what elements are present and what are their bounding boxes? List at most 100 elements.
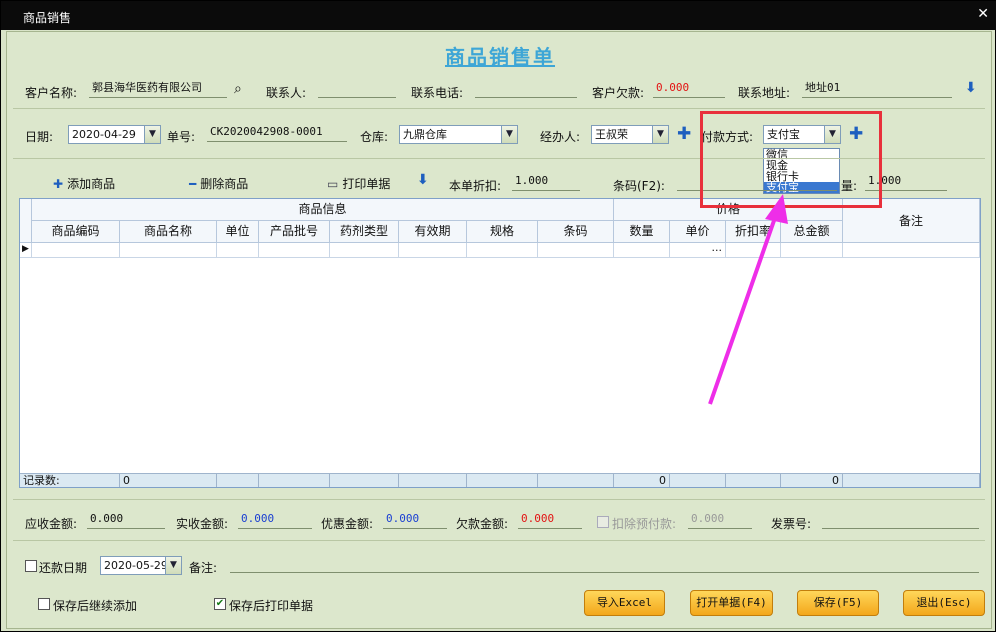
handler-label: 经办人: <box>540 130 581 144</box>
deduct-prepay-label: 扣除预付款: <box>612 517 677 531</box>
repay-date-label: 还款日期 <box>39 561 88 575</box>
owed-amount-field[interactable]: 0.000 <box>518 511 582 529</box>
save-button[interactable]: 保存(F5) <box>797 590 879 616</box>
chevron-down-icon[interactable]: ▼ <box>165 557 181 574</box>
barcode-label: 条码(F2): <box>613 179 665 193</box>
col-header[interactable]: 药剂类型 <box>330 221 399 243</box>
order-discount-field[interactable]: 1.000 <box>512 173 580 191</box>
table-cell[interactable] <box>32 243 120 258</box>
title-bar: 商品销售 ✕ <box>1 1 996 30</box>
continue-add-checkbox[interactable] <box>38 598 50 610</box>
expand-down-icon[interactable]: ⬇ <box>965 80 977 96</box>
printer-icon: ▭ <box>327 177 339 191</box>
deduct-prepay-field[interactable]: 0.000 <box>688 511 752 529</box>
table-cell[interactable] <box>843 243 980 258</box>
footer-total-sum: 0 <box>781 473 843 487</box>
col-header[interactable]: 折扣率 <box>726 221 781 243</box>
open-document-button[interactable]: 打开单据(F4) <box>690 590 773 616</box>
group-goods-header: 商品信息 <box>32 199 614 221</box>
order-field[interactable]: CK2020042908-0001 <box>207 124 347 142</box>
receivable-field[interactable]: 0.000 <box>87 511 165 529</box>
warehouse-select[interactable]: 九鼎仓库 ▼ <box>399 125 518 144</box>
close-icon[interactable]: ✕ <box>977 6 989 22</box>
phone-field[interactable] <box>475 80 577 98</box>
col-header[interactable]: 商品名称 <box>120 221 217 243</box>
col-header[interactable]: 产品批号 <box>259 221 330 243</box>
customer-label: 客户名称: <box>25 86 78 100</box>
import-excel-button[interactable]: 导入Excel <box>584 590 665 616</box>
delete-goods-button[interactable]: ━ 删除商品 <box>189 175 248 192</box>
table-cell[interactable] <box>781 243 843 258</box>
footer-cell <box>538 473 614 487</box>
col-header[interactable]: 有效期 <box>399 221 467 243</box>
print-label: 打印单据 <box>342 177 391 191</box>
debt-label: 客户欠款: <box>592 86 645 100</box>
col-header[interactable]: 数量 <box>614 221 670 243</box>
table-cell[interactable] <box>330 243 399 258</box>
form-title: 商品销售单 <box>445 45 555 69</box>
table-cell[interactable] <box>467 243 538 258</box>
print-button[interactable]: ▭ 打印单据 <box>327 175 390 192</box>
print-after-save-label: 保存后打印单据 <box>229 599 314 613</box>
debt-field[interactable]: 0.000 <box>653 80 725 98</box>
row-header-corner <box>20 199 32 243</box>
col-header[interactable]: 条码 <box>538 221 614 243</box>
order-discount-label: 本单折扣: <box>449 179 502 193</box>
repay-date-checkbox[interactable] <box>25 560 37 572</box>
chevron-down-icon[interactable]: ▼ <box>652 126 668 143</box>
delete-goods-label: 删除商品 <box>200 177 249 191</box>
invoice-field[interactable] <box>822 511 979 529</box>
sales-window: 商品销售 ✕ 商品销售单 客户名称: 郭县海华医药有限公司 ⌕ 联系人: 联系电… <box>0 0 996 632</box>
download-icon[interactable]: ⬇ <box>417 172 429 188</box>
col-header[interactable]: 商品编码 <box>32 221 120 243</box>
table-cell[interactable] <box>120 243 217 258</box>
table-cell[interactable] <box>614 243 670 258</box>
owed-amount-label: 欠款金额: <box>456 517 509 531</box>
col-header[interactable]: 单价 <box>670 221 726 243</box>
col-header[interactable]: 单位 <box>217 221 259 243</box>
footer-cell <box>399 473 467 487</box>
received-label: 实收金额: <box>176 517 229 531</box>
customer-field[interactable]: 郭县海华医药有限公司 <box>89 80 227 98</box>
phone-label: 联系电话: <box>411 86 464 100</box>
deduct-prepay-checkbox[interactable] <box>597 516 609 528</box>
continue-add-label: 保存后继续添加 <box>53 599 138 613</box>
repay-date-value: 2020-05-29 <box>104 559 168 572</box>
address-field[interactable]: 地址01 <box>802 80 952 98</box>
handler-select[interactable]: 王叔荣 ▼ <box>591 125 669 144</box>
print-after-save-checkbox[interactable]: ✔ <box>214 598 226 610</box>
footer-cell <box>843 473 980 487</box>
footer-cell <box>670 473 726 487</box>
footer-cell <box>217 473 259 487</box>
add-goods-button[interactable]: ✚ 添加商品 <box>53 175 115 192</box>
price-picker-button[interactable]: ... <box>670 242 726 258</box>
add-handler-icon[interactable]: ✚ <box>677 126 691 143</box>
table-cell[interactable] <box>217 243 259 258</box>
date-value: 2020-04-29 <box>72 128 136 141</box>
chevron-down-icon[interactable]: ▼ <box>144 126 160 143</box>
col-header[interactable]: 规格 <box>467 221 538 243</box>
binoculars-icon[interactable]: ⌕ <box>234 81 242 97</box>
remark-field[interactable] <box>230 555 979 573</box>
discount-amount-field[interactable]: 0.000 <box>383 511 447 529</box>
footer-cell <box>467 473 538 487</box>
chevron-down-icon[interactable]: ▼ <box>501 126 517 143</box>
received-field[interactable]: 0.000 <box>238 511 312 529</box>
goods-table[interactable]: 商品信息 价格 备注 商品编码 商品名称 单位 产品批号 药剂类型 有效期 规格… <box>19 198 981 488</box>
repay-date-picker[interactable]: 2020-05-29 ▼ <box>100 556 182 575</box>
contact-label: 联系人: <box>266 86 307 100</box>
table-cell[interactable] <box>259 243 330 258</box>
form-body: 商品销售单 客户名称: 郭县海华医药有限公司 ⌕ 联系人: 联系电话: 客户欠款… <box>6 31 992 629</box>
table-cell[interactable] <box>538 243 614 258</box>
col-header[interactable]: 总金额 <box>781 221 843 243</box>
footer-cell <box>330 473 399 487</box>
order-label: 单号: <box>167 130 196 144</box>
remark-label: 备注: <box>189 561 218 575</box>
record-count-value: 0 <box>120 473 217 487</box>
current-row-pointer-icon: ▶ <box>20 243 32 258</box>
table-cell[interactable] <box>399 243 467 258</box>
contact-field[interactable] <box>318 80 396 98</box>
table-cell[interactable] <box>726 243 781 258</box>
date-picker[interactable]: 2020-04-29 ▼ <box>68 125 161 144</box>
exit-button[interactable]: 退出(Esc) <box>903 590 985 616</box>
